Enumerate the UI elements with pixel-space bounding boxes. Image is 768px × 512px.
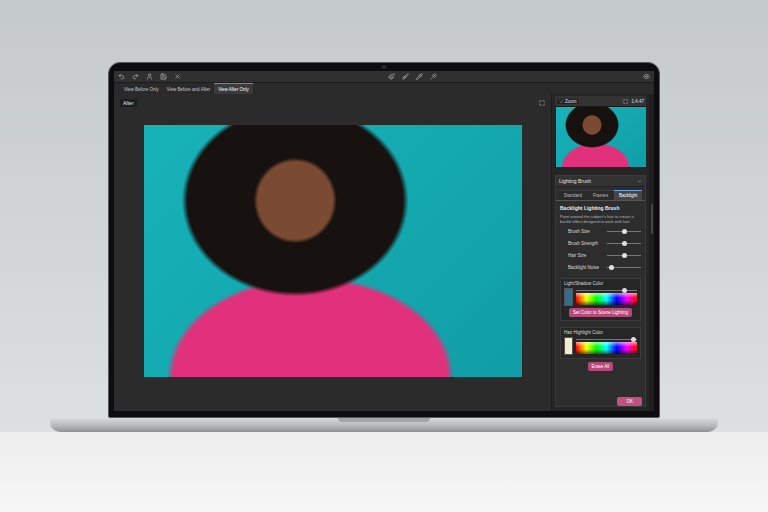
slider-row: Brush Strength (560, 239, 641, 248)
zoom-label: Zoom (565, 99, 577, 104)
camera-icon (382, 65, 386, 69)
slider-row: Brush Size (560, 227, 641, 236)
thumbnail[interactable] (556, 107, 646, 167)
color-picker (576, 337, 637, 355)
desk-surface (0, 432, 768, 512)
slider-knob[interactable] (622, 288, 627, 293)
navigator: Zoom 1:4.47 (555, 96, 646, 168)
view-tab[interactable]: View Before and After (163, 83, 214, 94)
photo[interactable] (144, 125, 522, 377)
close-icon[interactable] (174, 73, 181, 80)
color-gradient[interactable] (576, 342, 637, 354)
color-swatch[interactable] (564, 337, 573, 355)
erase-all-button[interactable]: Erase All (588, 362, 614, 371)
scrollbar[interactable] (649, 94, 654, 411)
lighting-panel: Lighting BrushStandardFramesBacklightBac… (555, 175, 646, 407)
color-slider[interactable] (576, 290, 637, 291)
slider-label: Hair Size (568, 253, 586, 258)
photo-area (120, 109, 545, 405)
section-title: Backlight Lighting Brush (560, 205, 641, 211)
canvas-label: After (120, 99, 137, 107)
slider-track[interactable] (607, 267, 641, 268)
wand-icon[interactable] (430, 73, 437, 80)
slider-knob[interactable] (622, 241, 627, 246)
panel-footer: OK (556, 397, 645, 406)
slider-label: Brush Size (568, 229, 590, 234)
page: View Before OnlyView Before and AfterVie… (0, 0, 768, 512)
pipette-icon[interactable] (416, 73, 423, 80)
collapse-icon[interactable] (637, 179, 642, 184)
slider-track[interactable] (607, 255, 641, 256)
slider-knob[interactable] (609, 265, 614, 270)
bezel-bottom (114, 411, 654, 417)
app-window: View Before OnlyView Before and AfterVie… (114, 71, 654, 411)
slider-knob[interactable] (622, 229, 627, 234)
person-icon[interactable] (146, 73, 153, 80)
fit-icon[interactable] (623, 99, 628, 104)
color-picker (576, 288, 637, 306)
base-notch (338, 418, 430, 422)
sidebar: Zoom1:4.47Lighting BrushStandardFramesBa… (551, 94, 649, 411)
canvas-header: After (120, 97, 545, 109)
navigator-header: Zoom 1:4.47 (555, 96, 646, 106)
thumbnail-area (555, 106, 646, 168)
view-tab[interactable]: View After Only (214, 83, 253, 94)
check-icon (559, 99, 564, 104)
color-row (564, 337, 637, 355)
color-swatch[interactable] (564, 288, 573, 306)
slider-row: Hair Size (560, 251, 641, 260)
brush-tab[interactable]: Standard (559, 190, 587, 200)
laptop-lid: View Before OnlyView Before and AfterVie… (108, 62, 660, 418)
scene: View Before OnlyView Before and AfterVie… (0, 0, 768, 432)
ok-button[interactable]: OK (617, 397, 642, 406)
brush-section: Backlight Lighting Brush Paint around the… (556, 201, 645, 397)
section-description: Paint around the subject's hair to creat… (560, 214, 641, 224)
color-row (564, 288, 637, 306)
panel-header: Lighting Brush (556, 176, 645, 187)
color-label: Hair Highlight Color (564, 330, 637, 335)
zoom-ratio: 1:4.47 (631, 99, 644, 104)
brush-tab[interactable]: Frames (587, 190, 615, 200)
brush-icon[interactable] (402, 73, 409, 80)
undo-icon[interactable] (118, 73, 125, 80)
slider-track[interactable] (607, 243, 641, 244)
laptop-base (50, 418, 718, 432)
view-tabs: View Before OnlyView Before and AfterVie… (114, 83, 654, 94)
slider-label: Brush Strength (568, 241, 598, 246)
workspace: After Zoom 1:4.47 Lighting Brush StandardFra… (114, 94, 654, 411)
light-shadow-color: Light/Shadow Color Set Color to Scene Lig… (560, 278, 641, 321)
brush-tab[interactable]: Backlight (614, 190, 642, 200)
slider-label: Backlight Noise (568, 265, 599, 270)
eye-icon[interactable] (643, 73, 650, 80)
brush-tabs: StandardFramesBacklight (556, 187, 645, 201)
panel-title: Lighting Brush (559, 178, 591, 184)
toolbar (114, 71, 654, 83)
slider-knob[interactable] (622, 253, 627, 258)
redo-icon[interactable] (132, 73, 139, 80)
view-tab[interactable]: View Before Only (120, 83, 163, 94)
paintbrush-icon[interactable] (388, 73, 395, 80)
slider-track[interactable] (607, 231, 641, 232)
color-gradient[interactable] (576, 293, 637, 305)
save-icon[interactable] (160, 73, 167, 80)
color-label: Light/Shadow Color (564, 281, 637, 286)
scroll-thumb[interactable] (651, 204, 653, 234)
canvas: After (114, 94, 551, 411)
scene-lighting-button[interactable]: Set Color to Scene Lighting (569, 308, 632, 317)
color-slider[interactable] (576, 339, 637, 340)
hair-highlight-color: Hair Highlight Color (560, 327, 641, 359)
bezel-top (114, 63, 654, 71)
fullscreen-icon[interactable] (539, 100, 545, 106)
zoom-checkbox[interactable]: Zoom (557, 99, 579, 104)
slider-row: Backlight Noise (560, 263, 641, 272)
